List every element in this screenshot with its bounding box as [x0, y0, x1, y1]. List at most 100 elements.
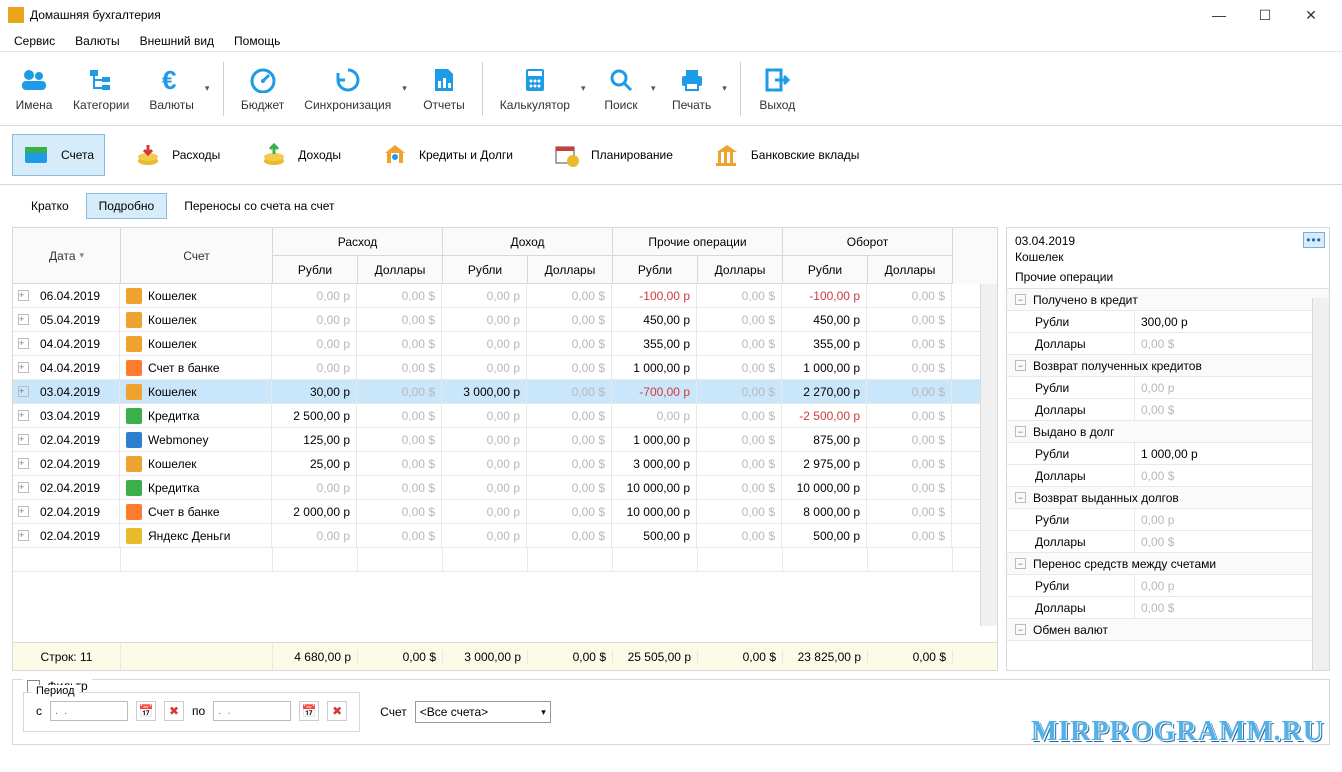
- vertical-scrollbar[interactable]: [980, 284, 997, 626]
- detail-group[interactable]: −Возврат полученных кредитов: [1007, 355, 1329, 377]
- collapse-icon[interactable]: −: [1015, 360, 1026, 371]
- expand-icon[interactable]: +: [18, 458, 29, 469]
- table-row[interactable]: +02.04.2019Webmoney125,00 р0,00 $0,00 р0…: [13, 428, 997, 452]
- cell-value: 0,00 $: [527, 524, 612, 547]
- table-row[interactable]: +02.04.2019Кредитка0,00 р0,00 $0,00 р0,0…: [13, 476, 997, 500]
- cell-account: Кошелек: [120, 332, 272, 355]
- grid-body[interactable]: +06.04.2019Кошелек0,00 р0,00 $0,00 р0,00…: [13, 284, 997, 626]
- chevron-down-icon[interactable]: ▾: [581, 83, 591, 94]
- tb-search[interactable]: Поиск: [593, 55, 649, 123]
- table-row[interactable]: +03.04.2019Кошелек30,00 р0,00 $3 000,00 …: [13, 380, 997, 404]
- expand-icon[interactable]: +: [18, 506, 29, 517]
- table-row[interactable]: +02.04.2019Яндекс Деньги0,00 р0,00 $0,00…: [13, 524, 997, 548]
- expand-icon[interactable]: +: [18, 482, 29, 493]
- menu-service[interactable]: Сервис: [6, 32, 63, 50]
- navtab-planning[interactable]: Планирование: [542, 134, 684, 176]
- col-sub[interactable]: Рубли: [613, 256, 698, 284]
- more-button[interactable]: •••: [1303, 232, 1325, 248]
- tb-calculator[interactable]: Калькулятор: [491, 55, 579, 123]
- tb-reports[interactable]: Отчеты: [414, 55, 473, 123]
- col-sub[interactable]: Рубли: [273, 256, 358, 284]
- subtab-transfers[interactable]: Переносы со счета на счет: [171, 193, 347, 219]
- col-group[interactable]: Расход: [273, 228, 443, 256]
- close-button[interactable]: ✕: [1288, 0, 1334, 30]
- detail-group[interactable]: −Обмен валют: [1007, 619, 1329, 641]
- subtab-detailed[interactable]: Подробно: [86, 193, 168, 219]
- col-sub[interactable]: Доллары: [868, 256, 953, 284]
- table-row[interactable]: +02.04.2019Счет в банке2 000,00 р0,00 $0…: [13, 500, 997, 524]
- calendar-icon[interactable]: 📅: [136, 701, 156, 721]
- tb-currencies[interactable]: €Валюты: [140, 55, 203, 123]
- navtab-expenses[interactable]: Расходы: [123, 134, 231, 176]
- col-sub[interactable]: Рубли: [783, 256, 868, 284]
- col-group[interactable]: Прочие операции: [613, 228, 783, 256]
- collapse-icon[interactable]: −: [1015, 624, 1026, 635]
- clear-date-icon[interactable]: ✖: [327, 701, 347, 721]
- table-row[interactable]: +06.04.2019Кошелек0,00 р0,00 $0,00 р0,00…: [13, 284, 997, 308]
- subtab-brief[interactable]: Кратко: [18, 193, 82, 219]
- col-sub[interactable]: Доллары: [528, 256, 613, 284]
- table-row[interactable]: +03.04.2019Кредитка2 500,00 р0,00 $0,00 …: [13, 404, 997, 428]
- detail-group[interactable]: −Получено в кредит: [1007, 289, 1329, 311]
- expand-icon[interactable]: +: [18, 530, 29, 541]
- cell-value: 355,00 р: [612, 332, 697, 355]
- expand-icon[interactable]: +: [18, 362, 29, 373]
- table-row[interactable]: +04.04.2019Кошелек0,00 р0,00 $0,00 р0,00…: [13, 332, 997, 356]
- detail-row: Доллары0,00 $: [1007, 531, 1329, 553]
- chevron-down-icon[interactable]: ▾: [722, 83, 732, 94]
- table-row[interactable]: +05.04.2019Кошелек0,00 р0,00 $0,00 р0,00…: [13, 308, 997, 332]
- navtab-credits[interactable]: Кредиты и Долги: [370, 134, 524, 176]
- clear-date-icon[interactable]: ✖: [164, 701, 184, 721]
- date-to-input[interactable]: [213, 701, 291, 721]
- menu-help[interactable]: Помощь: [226, 32, 288, 50]
- tb-budget[interactable]: Бюджет: [232, 55, 293, 123]
- table-row[interactable]: +04.04.2019Счет в банке0,00 р0,00 $0,00 …: [13, 356, 997, 380]
- collapse-icon[interactable]: −: [1015, 426, 1026, 437]
- menu-appearance[interactable]: Внешний вид: [132, 32, 222, 50]
- account-filter-select[interactable]: <Все счета>▾: [415, 701, 551, 723]
- separator: [482, 62, 483, 116]
- col-sub[interactable]: Доллары: [358, 256, 443, 284]
- navtab-deposits[interactable]: Банковские вклады: [702, 134, 871, 176]
- navtab-accounts[interactable]: Счета: [12, 134, 105, 176]
- expand-icon[interactable]: +: [18, 386, 29, 397]
- navtab-income[interactable]: Доходы: [249, 134, 352, 176]
- collapse-icon[interactable]: −: [1015, 294, 1026, 305]
- expand-icon[interactable]: +: [18, 290, 29, 301]
- col-sub[interactable]: Доллары: [698, 256, 783, 284]
- detail-group[interactable]: −Выдано в долг: [1007, 421, 1329, 443]
- minimize-button[interactable]: —: [1196, 0, 1242, 30]
- tb-exit[interactable]: Выход: [749, 55, 805, 123]
- expand-icon[interactable]: +: [18, 410, 29, 421]
- date-from-input[interactable]: [50, 701, 128, 721]
- collapse-icon[interactable]: −: [1015, 492, 1026, 503]
- cell-value: 0,00 $: [697, 404, 782, 427]
- col-group[interactable]: Доход: [443, 228, 613, 256]
- detail-group[interactable]: −Перенос средств между счетами: [1007, 553, 1329, 575]
- chevron-down-icon[interactable]: ▾: [651, 83, 661, 94]
- footer-total: 0,00 $: [698, 650, 783, 664]
- footer-total: 25 505,00 р: [613, 650, 698, 664]
- cell-value: 0,00 $: [527, 356, 612, 379]
- tb-categories[interactable]: Категории: [64, 55, 138, 123]
- tb-print[interactable]: Печать: [663, 55, 720, 123]
- col-sub[interactable]: Рубли: [443, 256, 528, 284]
- chevron-down-icon[interactable]: ▾: [205, 83, 215, 94]
- tb-sync[interactable]: Синхронизация: [295, 55, 400, 123]
- cell-value: 0,00 $: [527, 500, 612, 523]
- calendar-icon[interactable]: 📅: [299, 701, 319, 721]
- menu-currencies[interactable]: Валюты: [67, 32, 128, 50]
- expand-icon[interactable]: +: [18, 434, 29, 445]
- expand-icon[interactable]: +: [18, 314, 29, 325]
- table-row[interactable]: +02.04.2019Кошелек25,00 р0,00 $0,00 р0,0…: [13, 452, 997, 476]
- detail-scrollbar[interactable]: [1312, 298, 1329, 670]
- col-date[interactable]: Дата▾: [13, 228, 121, 284]
- chevron-down-icon[interactable]: ▾: [402, 83, 412, 94]
- expand-icon[interactable]: +: [18, 338, 29, 349]
- maximize-button[interactable]: ☐: [1242, 0, 1288, 30]
- col-account[interactable]: Счет: [121, 228, 273, 284]
- detail-group[interactable]: −Возврат выданных долгов: [1007, 487, 1329, 509]
- col-group[interactable]: Оборот: [783, 228, 953, 256]
- tb-names[interactable]: Имена: [6, 55, 62, 123]
- collapse-icon[interactable]: −: [1015, 558, 1026, 569]
